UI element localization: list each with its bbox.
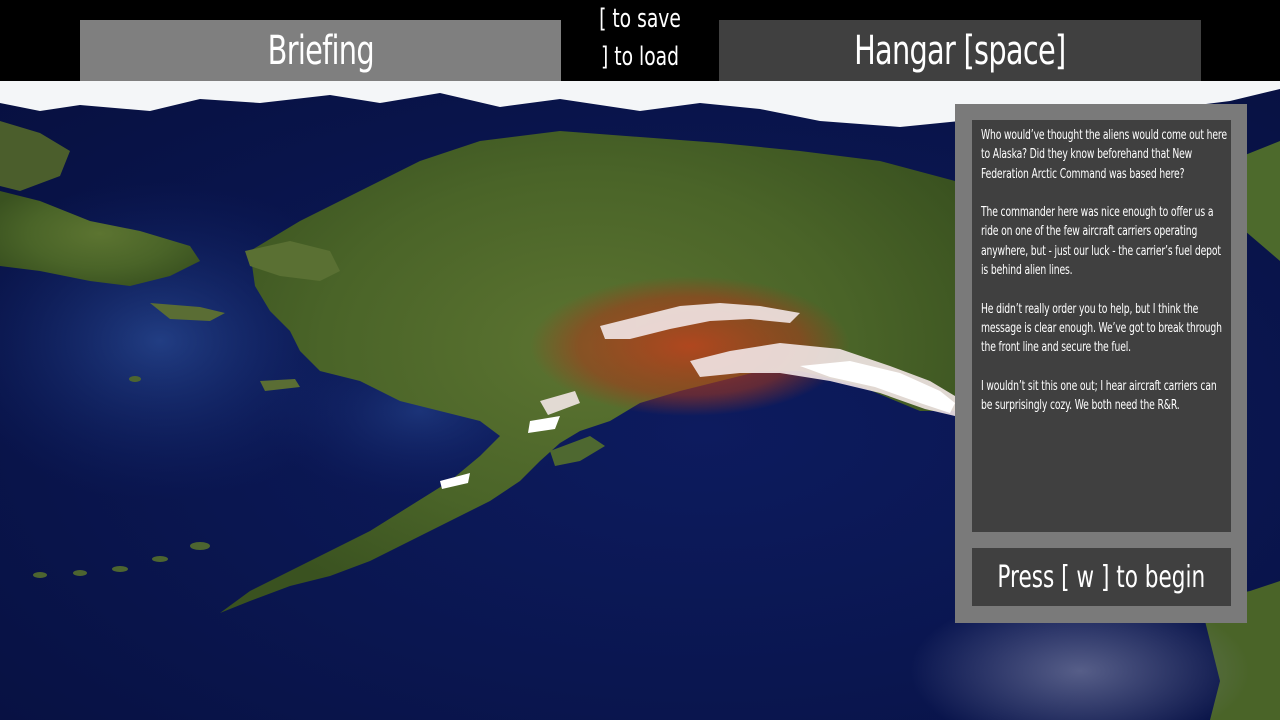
begin-mission-button[interactable]: Press [ w ] to begin — [972, 548, 1231, 606]
briefing-paragraph-1: Who would’ve thought the aliens would co… — [981, 128, 1227, 182]
briefing-panel: Who would’ve thought the aliens would co… — [955, 104, 1247, 623]
briefing-paragraph-4: I wouldn’t sit this one out; I hear airc… — [981, 378, 1217, 414]
tab-briefing-label: Briefing — [267, 27, 374, 74]
briefing-text-box: Who would’ve thought the aliens would co… — [972, 120, 1231, 532]
begin-mission-label: Press [ w ] to begin — [997, 559, 1206, 595]
tab-hangar-label: Hangar [space] — [854, 27, 1066, 74]
game-screen: Briefing [ to save ] to load Hangar [spa… — [0, 0, 1280, 720]
briefing-paragraph-2: The commander here was nice enough to of… — [981, 205, 1221, 279]
briefing-paragraph-3: He didn’t really order you to help, but … — [981, 301, 1222, 356]
save-load-hint: [ to save ] to load — [561, 0, 719, 81]
tab-hangar[interactable]: Hangar [space] — [719, 20, 1201, 81]
tab-briefing[interactable]: Briefing — [80, 20, 561, 81]
top-bar: Briefing [ to save ] to load Hangar [spa… — [0, 0, 1280, 81]
save-hint: [ to save — [599, 4, 681, 34]
load-hint: ] to load — [600, 42, 680, 72]
